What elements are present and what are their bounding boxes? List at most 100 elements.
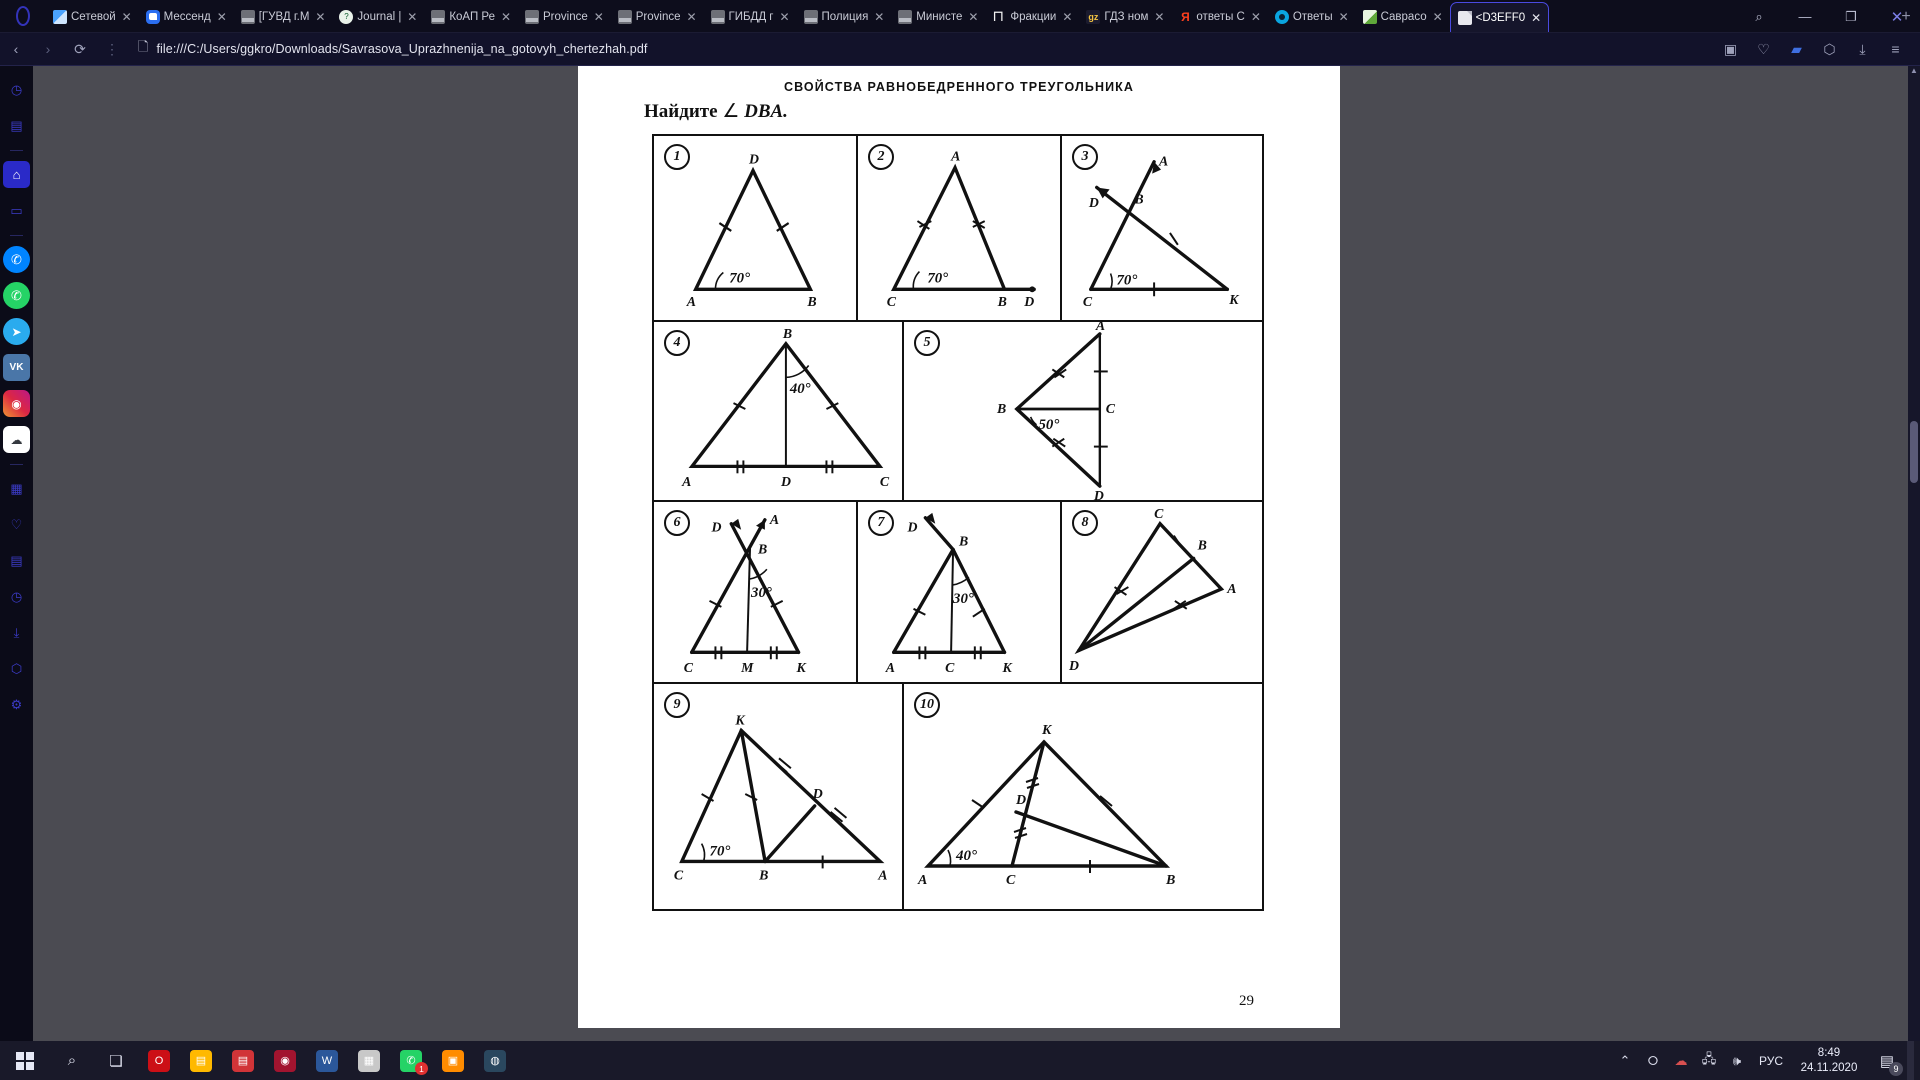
tab-close-icon[interactable]: ✕	[120, 10, 134, 24]
restore-icon[interactable]: ❐	[1828, 0, 1874, 33]
browser-tab[interactable]: Мессенд ✕	[139, 2, 234, 32]
3d-box-icon[interactable]: ⬡	[1813, 33, 1846, 66]
browser-tab[interactable]: Саврасо ✕	[1356, 2, 1450, 32]
windows-start-icon[interactable]	[0, 1041, 50, 1080]
store-icon[interactable]: ▤	[222, 1041, 264, 1080]
discord-icon[interactable]: ☁	[3, 426, 30, 453]
paint-icon[interactable]: ▦	[348, 1041, 390, 1080]
whatsapp-icon[interactable]: ✆	[3, 282, 30, 309]
tab-close-icon[interactable]: ✕	[1152, 10, 1166, 24]
browser-tab[interactable]: КоАП Ре ✕	[424, 2, 518, 32]
browser-tab[interactable]: ? Journal | ✕	[332, 2, 424, 32]
browser-tab[interactable]: Фракции✕	[985, 2, 1079, 32]
microphone-icon[interactable]: ⭘	[1639, 1041, 1667, 1080]
tab-close-icon[interactable]: ✕	[1249, 10, 1263, 24]
scrollbar-thumb[interactable]	[1910, 421, 1918, 483]
whatsapp-icon[interactable]: ✆ 1	[390, 1041, 432, 1080]
address-bar[interactable]: 🗋 file:///C:/Users/ggkro/Downloads/Savra…	[132, 38, 1706, 60]
favorites-heart-icon[interactable]: ♡	[1747, 33, 1780, 66]
games-icon[interactable]: ▭	[3, 197, 30, 224]
opera-menu-button[interactable]	[0, 0, 46, 32]
tab-close-icon[interactable]: ✕	[499, 10, 513, 24]
browser-tab[interactable]: Министе ✕	[891, 2, 985, 32]
svg-text:B: B	[757, 541, 767, 556]
briefcase-icon[interactable]: ▤	[3, 112, 30, 139]
tab-title: <D3EFF0	[1475, 11, 1526, 24]
file-explorer-icon[interactable]: ▤	[180, 1041, 222, 1080]
extensions-box-icon[interactable]: ⬡	[3, 655, 30, 682]
opera-icon[interactable]: O	[138, 1041, 180, 1080]
vertical-dots-icon[interactable]: ⋮	[96, 33, 128, 66]
telegram-icon[interactable]: ➤	[3, 318, 30, 345]
messenger-icon[interactable]: ✆	[3, 246, 30, 273]
browser-tab[interactable]: Яответы С ✕	[1171, 2, 1267, 32]
compass-icon[interactable]: ◷	[3, 76, 30, 103]
scroll-up-arrow-icon[interactable]: ▲	[1908, 66, 1920, 78]
tab-close-icon[interactable]: ✕	[1529, 11, 1543, 25]
cloud-error-icon[interactable]: ☁	[1667, 1041, 1695, 1080]
task-view-icon[interactable]: ❏	[94, 1041, 138, 1080]
instagram-icon[interactable]: ◉	[3, 390, 30, 417]
browser-tab[interactable]: [ГУВД г.М ✕	[234, 2, 333, 32]
downloads-icon[interactable]: ⤓	[1846, 33, 1879, 66]
tab-close-icon[interactable]: ✕	[313, 10, 327, 24]
svg-text:D: D	[1068, 658, 1079, 673]
shopping-cart-icon[interactable]: ▰	[1780, 33, 1813, 66]
tab-close-icon[interactable]: ✕	[778, 10, 792, 24]
settings-sliders-icon[interactable]: ≡	[1879, 33, 1912, 66]
tab-search-icon[interactable]: ⌕	[1736, 0, 1782, 33]
opera-icon-glyph: O	[148, 1049, 170, 1072]
minimize-icon[interactable]: —	[1782, 0, 1828, 33]
photos-icon[interactable]: ▣	[432, 1041, 474, 1080]
history-clock-icon[interactable]: ◷	[3, 583, 30, 610]
volume-icon[interactable]: 🕪	[1723, 1041, 1751, 1080]
browser-tab[interactable]: Province ✕	[518, 2, 611, 32]
search-icon[interactable]: ⌕	[50, 1041, 94, 1080]
bookmarks-heart-icon[interactable]: ♡	[3, 511, 30, 538]
tab-close-icon[interactable]: ✕	[966, 10, 980, 24]
close-icon[interactable]: ✕	[1874, 0, 1920, 33]
reload-icon[interactable]: ⟳	[64, 33, 96, 66]
tab-close-icon[interactable]: ✕	[405, 10, 419, 24]
screenshot-camera-icon[interactable]: ▣	[1714, 33, 1747, 66]
downloads-icon[interactable]: ⤓	[3, 619, 30, 646]
tab-close-icon[interactable]: ✕	[1431, 10, 1445, 24]
vk-icon[interactable]: VK	[3, 354, 30, 381]
steam-icon[interactable]: ◍	[474, 1041, 516, 1080]
home-icon[interactable]: ⌂	[3, 161, 30, 188]
tab-close-icon[interactable]: ✕	[685, 10, 699, 24]
browser-tab[interactable]: Ответы ✕	[1268, 2, 1356, 32]
svg-text:D: D	[710, 520, 721, 535]
forward-arrow-icon[interactable]: ›	[32, 33, 64, 66]
notifications-icon[interactable]: ▤ 9	[1867, 1041, 1907, 1080]
browser-tab[interactable]: Province ✕	[611, 2, 704, 32]
browser-tab[interactable]: ГИБДД г ✕	[704, 2, 797, 32]
clock[interactable]: 8:49 24.11.2020	[1791, 1046, 1867, 1076]
browser-icon[interactable]: ◉	[264, 1041, 306, 1080]
tab-close-icon[interactable]: ✕	[592, 10, 606, 24]
network-icon[interactable]: 🖧	[1695, 1041, 1723, 1080]
show-hidden-icons-chevron[interactable]: ⌃	[1611, 1041, 1639, 1080]
browser-tab[interactable]: Сетевой ✕	[46, 2, 139, 32]
pdf-viewport[interactable]: СВОЙСТВА РАВНОБЕДРЕННОГО ТРЕУГОЛЬНИКА На…	[33, 66, 1920, 1041]
vertical-scrollbar[interactable]: ▲ ▼	[1908, 66, 1920, 1080]
tab-close-icon[interactable]: ✕	[1060, 10, 1074, 24]
news-icon[interactable]: ▤	[3, 547, 30, 574]
svg-text:C: C	[1083, 294, 1093, 309]
gov-icon	[525, 10, 539, 24]
show-desktop-button[interactable]	[1907, 1041, 1914, 1080]
browser-tab[interactable]: gz ГДЗ ном ✕	[1079, 2, 1171, 32]
language-indicator[interactable]: РУС	[1751, 1054, 1791, 1068]
tab-close-icon[interactable]: ✕	[215, 10, 229, 24]
tab-close-icon[interactable]: ✕	[1337, 10, 1351, 24]
word-icon[interactable]: W	[306, 1041, 348, 1080]
svg-text:A: A	[950, 149, 960, 164]
browser-tab[interactable]: Полиция ✕	[797, 2, 892, 32]
settings-gear-icon[interactable]: ⚙	[3, 691, 30, 718]
back-arrow-icon[interactable]: ‹	[0, 33, 32, 66]
svg-text:K: K	[1228, 292, 1239, 307]
svg-text:30°: 30°	[952, 591, 974, 607]
speed-dial-icon[interactable]: ▦	[3, 475, 30, 502]
browser-tab[interactable]: <D3EFF0 ✕	[1449, 2, 1550, 32]
tab-close-icon[interactable]: ✕	[872, 10, 886, 24]
